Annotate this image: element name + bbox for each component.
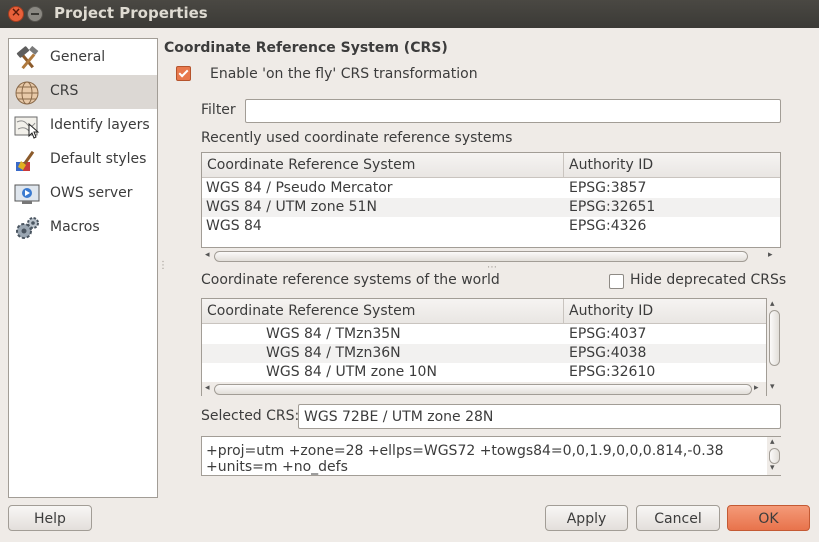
sidebar-item-label: Identify layers [50,117,150,133]
help-button[interactable]: Help [8,505,92,531]
proj-vscrollbar[interactable]: ▴ ▾ [767,437,781,475]
hide-deprecated-checkbox[interactable] [609,274,624,289]
recent-crs-table[interactable]: Coordinate Reference System Authority ID… [201,152,781,248]
sidebar-item-general[interactable]: General [9,41,157,75]
recent-hscrollbar[interactable]: ◂ ▸ [202,249,780,263]
table-row[interactable]: WGS 84 / UTM zone 51N EPSG:32651 [202,198,780,217]
scroll-right-icon[interactable]: ▸ [768,250,773,260]
minimize-icon [31,13,39,15]
table-header: Coordinate Reference System Authority ID [202,153,780,178]
column-header-authority[interactable]: Authority ID [569,303,653,319]
scroll-left-icon[interactable]: ◂ [205,250,210,260]
hide-deprecated-label: Hide deprecated CRSs [630,272,787,288]
scroll-right-icon[interactable]: ▸ [754,383,759,393]
globe-icon [15,81,39,105]
filter-label: Filter [201,102,236,118]
map-cursor-icon [14,116,40,139]
splitter-handle[interactable]: ⋮ [158,260,168,271]
scroll-down-icon[interactable]: ▾ [770,382,775,392]
proj-definition-box[interactable]: +proj=utm +zone=28 +ellps=WGS72 +towgs84… [201,436,781,476]
column-header-crs[interactable]: Coordinate Reference System [207,157,415,173]
close-icon: × [10,5,22,19]
close-window-button[interactable]: × [8,5,24,22]
sidebar-item-identify-layers[interactable]: Identify layers [9,109,157,143]
table-row[interactable]: WGS 84 / TMzn36N EPSG:4038 [202,344,766,363]
table-row[interactable]: WGS 84 / TMzn35N EPSG:4037 [202,325,766,344]
selected-crs-field[interactable] [298,404,781,429]
paintbrush-icon [16,150,35,171]
sidebar-item-label: General [50,49,106,65]
sidebar: General CRS Identify layers Default styl… [8,38,158,498]
table-row[interactable]: WGS 84 EPSG:4326 [202,217,780,236]
monitor-play-icon [14,184,40,204]
scroll-down-icon[interactable]: ▾ [770,463,775,473]
ok-button[interactable]: OK [727,505,810,531]
gears-icon [16,217,39,239]
sidebar-item-label: Macros [50,219,100,235]
world-hscrollbar[interactable]: ◂ ▸ [202,382,766,396]
table-header: Coordinate Reference System Authority ID [202,299,766,324]
selected-crs-label: Selected CRS: [201,408,300,424]
scrollbar-thumb[interactable] [214,384,752,395]
apply-button[interactable]: Apply [545,505,628,531]
column-header-crs[interactable]: Coordinate Reference System [207,303,415,319]
title-bar: × Project Properties [0,0,819,28]
cancel-button[interactable]: Cancel [636,505,720,531]
column-header-authority[interactable]: Authority ID [569,157,653,173]
sidebar-item-label: CRS [50,83,79,99]
table-row[interactable]: WGS 84 / UTM zone 10N EPSG:32610 [202,363,766,382]
sidebar-item-macros[interactable]: Macros [9,211,157,245]
window-title: Project Properties [54,4,208,22]
minimize-window-button[interactable] [27,6,43,22]
world-crs-label: Coordinate reference systems of the worl… [201,272,500,288]
sidebar-item-default-styles[interactable]: Default styles [9,143,157,177]
enable-otf-label: Enable 'on the fly' CRS transformation [210,66,478,82]
scroll-left-icon[interactable]: ◂ [205,383,210,393]
hammer-icon [16,46,39,70]
enable-otf-checkbox[interactable] [176,66,191,81]
filter-input[interactable] [245,99,781,123]
proj-definition-text: +proj=utm +zone=28 +ellps=WGS72 +towgs84… [206,443,724,475]
sidebar-item-label: Default styles [50,151,147,167]
sidebar-item-label: OWS server [50,185,133,201]
scrollbar-thumb[interactable] [214,251,748,262]
scrollbar-thumb[interactable] [769,448,780,464]
scrollbar-thumb[interactable] [769,310,780,366]
sidebar-item-ows-server[interactable]: OWS server [9,177,157,211]
table-row[interactable]: WGS 84 / Pseudo Mercator EPSG:3857 [202,179,780,198]
section-title: Coordinate Reference System (CRS) [164,40,448,56]
sidebar-item-crs[interactable]: CRS [9,75,157,109]
scroll-up-icon[interactable]: ▴ [770,437,775,447]
world-vscrollbar[interactable]: ▴ ▾ [767,298,781,396]
recent-crs-label: Recently used coordinate reference syste… [201,130,513,146]
scroll-up-icon[interactable]: ▴ [770,299,775,309]
